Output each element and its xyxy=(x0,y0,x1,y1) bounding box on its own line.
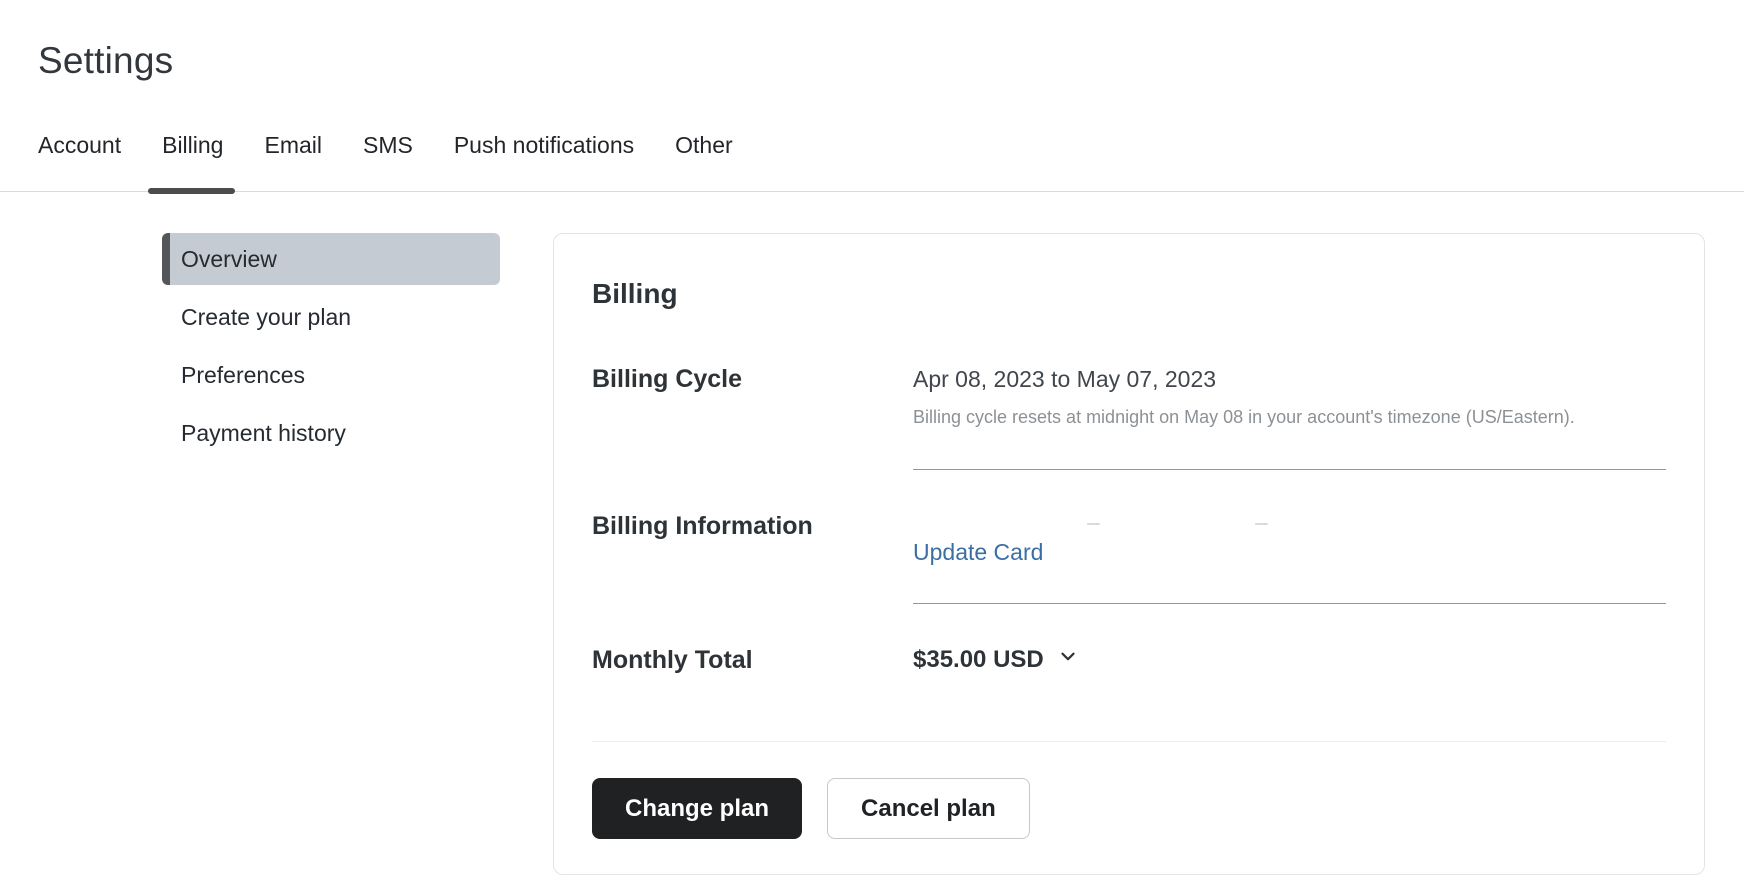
sidebar-item-overview[interactable]: Overview xyxy=(162,233,500,285)
sidebar-item-preferences[interactable]: Preferences xyxy=(162,349,500,401)
billing-cycle-helper: Billing cycle resets at midnight on May … xyxy=(913,404,1666,430)
billing-settings-content: Overview Create your plan Preferences Pa… xyxy=(0,192,1744,875)
tab-other[interactable]: Other xyxy=(675,132,733,191)
billing-cycle-label: Billing Cycle xyxy=(592,364,913,470)
page-title: Settings xyxy=(38,40,1744,82)
tab-sms[interactable]: SMS xyxy=(363,132,413,191)
chevron-down-icon xyxy=(1057,645,1079,675)
billing-cycle-value: Apr 08, 2023 to May 07, 2023 xyxy=(913,364,1666,394)
plan-actions: Change plan Cancel plan xyxy=(592,778,1666,839)
cancel-plan-button[interactable]: Cancel plan xyxy=(827,778,1030,839)
tab-email[interactable]: Email xyxy=(264,132,322,191)
monthly-total-value: $35.00 USD xyxy=(913,645,1044,675)
billing-information-value-cell: Update Card xyxy=(913,511,1666,604)
sidebar-item-payment-history[interactable]: Payment history xyxy=(162,407,500,459)
monthly-total-row: Monthly Total $35.00 USD xyxy=(592,645,1666,675)
actions-divider xyxy=(592,741,1666,742)
billing-information-row: Billing Information Update Card xyxy=(592,511,1666,604)
monthly-total-dropdown[interactable]: $35.00 USD xyxy=(913,645,1079,675)
tab-account[interactable]: Account xyxy=(38,132,121,191)
change-plan-button[interactable]: Change plan xyxy=(592,778,802,839)
page-header: Settings xyxy=(0,0,1744,82)
tab-billing[interactable]: Billing xyxy=(162,132,223,191)
monthly-total-value-cell: $35.00 USD xyxy=(913,645,1666,675)
billing-information-label: Billing Information xyxy=(592,511,913,604)
redacted-card-number-mark xyxy=(1087,523,1100,525)
monthly-total-label: Monthly Total xyxy=(592,645,913,675)
sidebar-item-create-your-plan[interactable]: Create your plan xyxy=(162,291,500,343)
card-heading: Billing xyxy=(592,277,1666,311)
billing-cycle-value-cell: Apr 08, 2023 to May 07, 2023 Billing cyc… xyxy=(913,364,1666,470)
update-card-link[interactable]: Update Card xyxy=(913,537,1043,567)
billing-cycle-row: Billing Cycle Apr 08, 2023 to May 07, 20… xyxy=(592,364,1666,470)
billing-overview-card: Billing Billing Cycle Apr 08, 2023 to Ma… xyxy=(553,233,1705,875)
redacted-card-expiry-mark xyxy=(1255,523,1268,525)
tab-push-notifications[interactable]: Push notifications xyxy=(454,132,634,191)
billing-sidebar: Overview Create your plan Preferences Pa… xyxy=(162,233,500,465)
settings-tabbar: Account Billing Email SMS Push notificat… xyxy=(0,132,1744,192)
redacted-card-info xyxy=(913,511,1666,537)
